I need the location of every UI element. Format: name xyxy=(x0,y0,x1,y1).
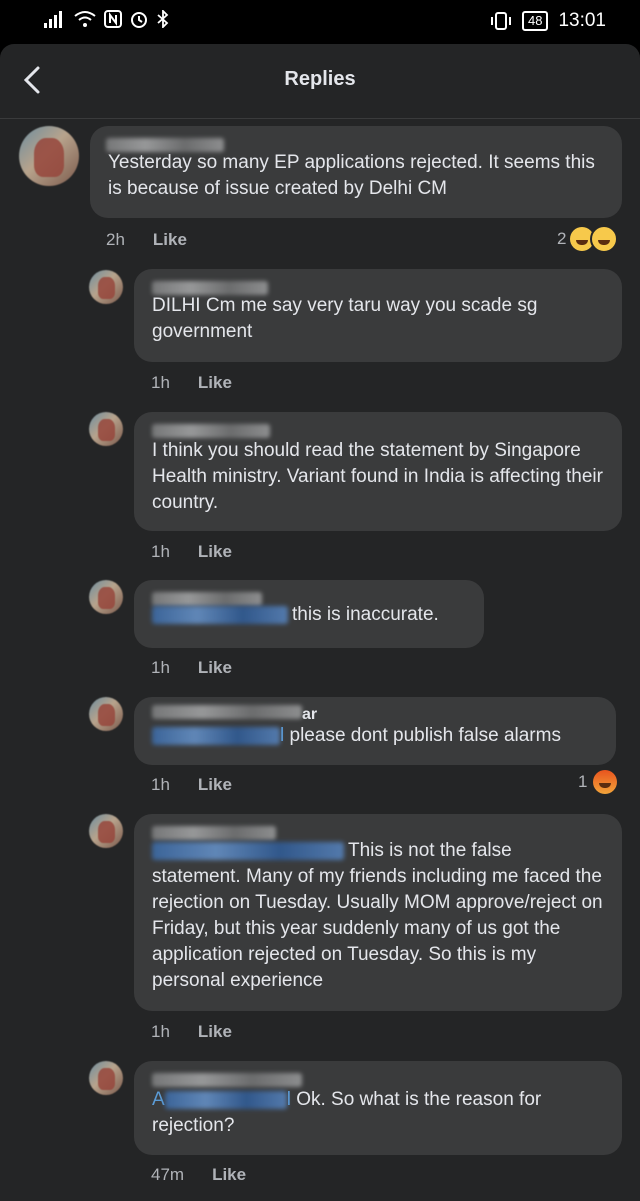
like-button[interactable]: Like xyxy=(198,373,232,393)
wifi-icon xyxy=(74,11,96,27)
battery-icon: 48 xyxy=(521,11,549,31)
comment-meta: 1h Like xyxy=(151,775,232,795)
reaction-count: 1 xyxy=(578,772,588,791)
mention-link[interactable] xyxy=(164,1090,287,1109)
avatar[interactable] xyxy=(89,814,123,848)
status-icons-left xyxy=(44,10,170,28)
avatar[interactable] xyxy=(89,580,123,614)
comment-text-row: This is not the false statement. Many of… xyxy=(152,838,604,994)
reactions[interactable]: 1 xyxy=(578,770,618,794)
comment-text-row: l please dont publish false alarms xyxy=(152,723,598,749)
comment-meta: 1h Like xyxy=(151,1022,232,1042)
avatar[interactable] xyxy=(89,270,123,304)
comment-time: 1h xyxy=(151,1022,170,1041)
avatar[interactable] xyxy=(89,697,123,731)
author-name[interactable] xyxy=(152,420,604,438)
comment-meta: 1h Like xyxy=(151,542,232,562)
header: Replies xyxy=(0,44,640,119)
author-name[interactable] xyxy=(106,134,604,152)
comment-text: please dont publish false alarms xyxy=(289,725,561,746)
comment-bubble: I think you should read the statement by… xyxy=(134,412,622,531)
author-name[interactable] xyxy=(152,1069,604,1087)
comment-bubble: Al Ok. So what is the reason for rejecti… xyxy=(134,1061,622,1155)
comment-time: 1h xyxy=(151,658,170,677)
mention-link[interactable] xyxy=(152,841,344,860)
mention-link[interactable] xyxy=(152,605,288,624)
vibrate-icon xyxy=(490,12,511,30)
like-button[interactable]: Like xyxy=(198,542,232,562)
signal-icon xyxy=(44,11,62,28)
comment-time: 1h xyxy=(151,373,170,392)
like-button[interactable]: Like xyxy=(153,230,187,250)
author-name[interactable]: ar xyxy=(152,705,598,723)
comment-text: I think you should read the statement by… xyxy=(152,440,603,513)
comment-meta: 1h Like xyxy=(151,658,232,678)
reaction-count: 2 xyxy=(557,229,567,248)
comment-bubble: This is not the false statement. Many of… xyxy=(134,814,622,1011)
bluetooth-icon xyxy=(157,10,169,28)
comment-bubble: DILHI Cm me say very taru way you scade … xyxy=(134,269,622,362)
comment-time: 2h xyxy=(106,230,125,249)
comment-meta: 47m Like xyxy=(151,1165,246,1185)
comment-text: this is inaccurate. xyxy=(292,604,439,625)
avatar[interactable] xyxy=(89,412,123,446)
comment-text: Yesterday so many EP applications reject… xyxy=(108,152,595,199)
comment-bubble: this is inaccurate. xyxy=(134,580,484,648)
comment-bubble: Yesterday so many EP applications reject… xyxy=(90,126,622,218)
alarm-icon xyxy=(131,12,147,28)
clock: 13:01 xyxy=(558,10,606,31)
author-name[interactable] xyxy=(152,822,604,840)
page-title: Replies xyxy=(284,68,356,90)
like-button[interactable]: Like xyxy=(198,658,232,678)
nfc-icon xyxy=(104,10,122,28)
avatar[interactable] xyxy=(89,1061,123,1095)
comment-text: DILHI Cm me say very taru way you scade … xyxy=(152,295,538,342)
status-icons-right: 48 13:01 xyxy=(490,10,606,32)
comment-text-row: this is inaccurate. xyxy=(152,602,466,628)
replies-screen: Replies Yesterday so many EP application… xyxy=(0,44,640,1201)
author-name[interactable] xyxy=(152,277,604,295)
comment-meta: 1h Like xyxy=(151,373,232,393)
author-name[interactable] xyxy=(152,588,466,606)
avatar[interactable] xyxy=(19,126,79,186)
comment-text: This is not the false statement. Many of… xyxy=(152,840,603,991)
comment-meta: 2h Like xyxy=(106,230,187,250)
mention-link[interactable] xyxy=(152,726,280,745)
reactions[interactable]: 2 xyxy=(557,225,619,253)
comment-bubble: ar l please dont publish false alarms xyxy=(134,697,616,765)
comment-text-row: Al Ok. So what is the reason for rejecti… xyxy=(152,1089,542,1136)
comment-time: 1h xyxy=(151,542,170,561)
comment-time: 47m xyxy=(151,1165,185,1184)
status-bar: 48 13:01 xyxy=(0,0,640,44)
like-button[interactable]: Like xyxy=(198,775,232,795)
like-button[interactable]: Like xyxy=(212,1165,246,1185)
sad-icon xyxy=(590,225,619,253)
like-button[interactable]: Like xyxy=(198,1022,232,1042)
comment-time: 1h xyxy=(151,775,170,794)
angry-icon xyxy=(593,770,618,794)
